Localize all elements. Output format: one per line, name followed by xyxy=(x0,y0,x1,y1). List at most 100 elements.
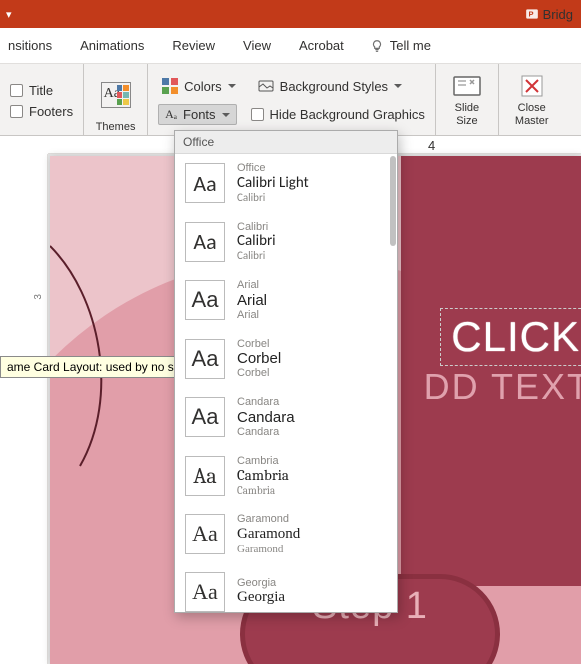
fonts-dropdown: Office AaOfficeCalibri LightCalibriAaCal… xyxy=(174,130,398,613)
font-sub: Arial xyxy=(237,309,267,322)
font-meta: CandaraCandaraCandara xyxy=(237,396,295,439)
fonts-label: Fonts xyxy=(183,107,216,122)
font-meta: ArialArialArial xyxy=(237,279,267,322)
dropdown-header: Office xyxy=(175,131,397,154)
checkbox-box xyxy=(10,105,23,118)
colors-button[interactable]: Colors xyxy=(158,76,240,96)
font-thumb: Aa xyxy=(185,163,225,203)
colors-icon xyxy=(162,78,178,94)
font-option[interactable]: Aa CambriaCambriaCambria xyxy=(175,447,397,506)
font-meta: CorbelCorbelCorbel xyxy=(237,338,281,381)
font-name: Arial xyxy=(237,292,267,309)
font-name: Candara xyxy=(237,409,295,426)
document-title: P Bridg xyxy=(525,7,573,22)
tab-animations[interactable]: Animations xyxy=(78,38,146,53)
font-sub: Garamond xyxy=(237,543,300,556)
tab-acrobat[interactable]: Acrobat xyxy=(297,38,346,53)
background-styles-button[interactable]: Background Styles xyxy=(254,76,406,96)
qat-dropdown-icon[interactable]: ▾ xyxy=(6,8,12,21)
font-option[interactable]: AaOfficeCalibri LightCalibri xyxy=(175,154,397,213)
ribbon: Title Footers Aa Themes xyxy=(0,64,581,136)
svg-text:P: P xyxy=(528,9,533,18)
font-name: Cambria xyxy=(237,467,289,484)
slide-size-label: Slide Size xyxy=(455,102,479,126)
font-category: Candara xyxy=(237,396,295,409)
title-checkbox-label: Title xyxy=(29,83,53,98)
checkbox-box xyxy=(251,108,264,121)
font-name: Corbel xyxy=(237,350,281,367)
font-option[interactable]: AaCandaraCandaraCandara xyxy=(175,388,397,447)
lightbulb-icon xyxy=(370,39,384,53)
font-category: Office xyxy=(237,162,309,175)
slide-size-group: Slide Size xyxy=(436,64,499,135)
ruler-tick: 3 xyxy=(33,294,44,300)
hide-background-label: Hide Background Graphics xyxy=(270,107,425,122)
background-styles-label: Background Styles xyxy=(280,79,388,94)
chevron-down-icon xyxy=(222,113,230,117)
slide-size-icon xyxy=(452,74,482,98)
scrollbar-thumb[interactable] xyxy=(390,156,396,246)
title-placeholder[interactable]: CLICK xyxy=(440,308,581,366)
font-thumb: Aa xyxy=(185,572,225,612)
placeholders-group: Title Footers xyxy=(0,64,84,135)
tab-transitions[interactable]: nsitions xyxy=(6,38,54,53)
fonts-button[interactable]: Aₐ Fonts xyxy=(158,104,236,125)
footers-checkbox-label: Footers xyxy=(29,104,73,119)
title-bar: ▾ P Bridg xyxy=(0,0,581,28)
ribbon-tabs: nsitions Animations Review View Acrobat … xyxy=(0,28,581,64)
powerpoint-icon: P xyxy=(525,7,539,21)
document-name: Bridg xyxy=(543,7,573,22)
fonts-icon: Aₐ xyxy=(165,107,177,122)
font-name: Garamond xyxy=(237,526,300,543)
scrollbar[interactable] xyxy=(389,154,397,612)
font-category: Arial xyxy=(237,279,267,292)
font-meta: CalibriCalibriCalibri xyxy=(237,221,276,264)
font-category: Georgia xyxy=(237,577,285,590)
themes-group: Aa Themes xyxy=(84,64,148,135)
tell-me[interactable]: Tell me xyxy=(370,38,431,53)
tab-view[interactable]: View xyxy=(241,38,273,53)
close-master-group: Close Master xyxy=(499,64,565,135)
font-meta: GaramondGaramondGaramond xyxy=(237,513,300,556)
close-icon xyxy=(519,74,545,98)
font-sub: Candara xyxy=(237,426,295,439)
slide-size-button[interactable]: Slide Size xyxy=(446,68,488,133)
font-option[interactable]: Aa GaramondGaramondGaramond xyxy=(175,505,397,564)
background-group: Colors Background Styles Aₐ Fonts Hide B… xyxy=(148,64,436,135)
checkbox-box xyxy=(10,84,23,97)
font-meta: GeorgiaGeorgia xyxy=(237,577,285,607)
tell-me-label: Tell me xyxy=(390,38,431,53)
footers-checkbox[interactable]: Footers xyxy=(10,104,73,119)
font-thumb: Aa xyxy=(185,339,225,379)
chevron-down-icon xyxy=(228,84,236,88)
font-option[interactable]: Aa CorbelCorbelCorbel xyxy=(175,330,397,389)
font-option[interactable]: AaArialArialArial xyxy=(175,271,397,330)
vertical-ruler[interactable]: 3 xyxy=(30,154,48,664)
title-checkbox[interactable]: Title xyxy=(10,83,73,98)
font-meta: CambriaCambriaCambria xyxy=(237,455,289,498)
ruler-tick: 4 xyxy=(428,138,435,153)
font-thumb: Aa xyxy=(185,456,225,496)
hide-background-checkbox[interactable]: Hide Background Graphics xyxy=(251,104,425,125)
close-master-button[interactable]: Close Master xyxy=(509,68,555,133)
colors-label: Colors xyxy=(184,79,222,94)
text-placeholder[interactable]: DD TEXT xyxy=(424,366,581,408)
font-sub: Cambria xyxy=(237,485,289,498)
quick-access-toolbar: ▾ xyxy=(0,0,18,28)
dropdown-scroll[interactable]: AaOfficeCalibri LightCalibriAaCalibriCal… xyxy=(175,154,397,612)
themes-icon: Aa xyxy=(101,82,131,108)
chevron-down-icon xyxy=(394,84,402,88)
tab-review[interactable]: Review xyxy=(170,38,217,53)
themes-group-label: Themes xyxy=(96,121,136,133)
font-sub: Calibri xyxy=(237,192,309,205)
font-thumb: Aa xyxy=(185,514,225,554)
background-styles-icon xyxy=(258,78,274,94)
themes-button[interactable]: Aa xyxy=(95,68,137,121)
close-master-label: Close Master xyxy=(515,102,549,126)
font-option[interactable]: AaCalibriCalibriCalibri xyxy=(175,213,397,272)
font-name: Georgia xyxy=(237,589,285,606)
font-sub: Calibri xyxy=(237,250,276,263)
font-thumb: Aa xyxy=(185,397,225,437)
font-meta: OfficeCalibri LightCalibri xyxy=(237,162,309,205)
font-option[interactable]: Aa GeorgiaGeorgia xyxy=(175,564,397,612)
